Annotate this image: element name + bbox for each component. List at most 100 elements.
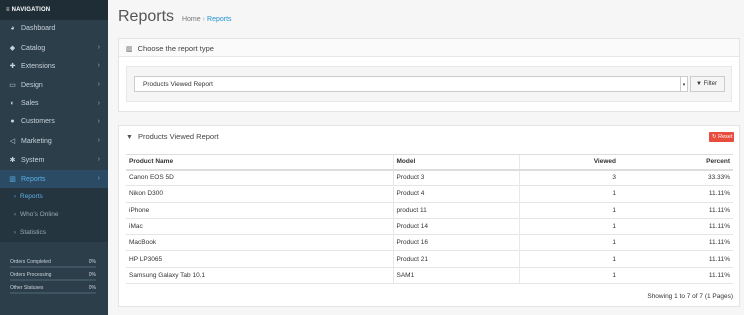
cell-product-name: iPhone <box>126 201 393 219</box>
chevron-right-icon: › <box>97 99 100 107</box>
bar-chart-icon: ▥ <box>9 175 16 183</box>
cell-percent: 11.11% <box>619 185 733 203</box>
table-header-row: Product Name Model Viewed Percent <box>126 154 733 171</box>
sidebar-item-dashboard[interactable]: ◕ Dashboard <box>0 20 108 39</box>
sidebar-subitem-label: Who's Online <box>20 211 59 219</box>
products-viewed-panel: ▼ Products Viewed Report ↻ Reset Product … <box>118 125 740 307</box>
cell-percent: 11.11% <box>619 266 733 285</box>
sidebar-item-label: Dashboard <box>21 25 56 32</box>
page-header: Reports Home › Reports <box>118 8 232 26</box>
puzzle-icon: ✚ <box>9 63 16 71</box>
column-header-product-name: Product Name <box>126 154 393 171</box>
pagination-summary: Showing 1 to 7 of 7 (1 Pages) <box>647 293 733 300</box>
cell-product-name: MacBook <box>126 234 393 251</box>
sidebar-item-label: Sales <box>21 99 39 107</box>
share-icon: ◁ <box>9 138 16 146</box>
cell-model: Product 16 <box>392 234 519 251</box>
column-header-model: Model <box>392 154 519 171</box>
cell-product-name: Canon EOS 5D <box>126 168 393 186</box>
stat-orders-completed: Orders Completed 0% <box>8 257 98 269</box>
sidebar-item-system[interactable]: ✱ System › <box>0 151 108 170</box>
filter-icon: ▼ <box>126 134 133 141</box>
main-content: Reports Home › Reports ▥ Choose the report … <box>108 0 744 315</box>
cell-model: SAM1 <box>392 266 519 285</box>
arrow-right-icon: › <box>14 194 16 201</box>
cell-product-name: Samsung Galaxy Tab 10.1 <box>126 266 393 285</box>
cell-viewed: 1 <box>518 185 619 203</box>
panel-title: Products Viewed Report <box>137 132 219 141</box>
column-header-percent: Percent <box>619 154 733 171</box>
column-header-viewed: Viewed <box>518 154 619 171</box>
cell-model: Product 14 <box>392 217 519 235</box>
sidebar-subitem-label: Statistics <box>20 229 47 237</box>
sidebar-subitem-label: Reports <box>20 193 43 201</box>
sidebar-item-catalog[interactable]: ◆ Catalog › <box>0 39 108 58</box>
sidebar-item-label: Customers <box>21 118 55 126</box>
cell-viewed: 1 <box>518 250 619 268</box>
stat-label: Orders Completed <box>10 259 51 265</box>
breadcrumb-separator: › <box>202 16 206 23</box>
stat-orders-processing: Orders Processing 0% <box>8 270 98 282</box>
order-stats: Orders Completed 0% Orders Processing 0%… <box>8 257 98 296</box>
sidebar-item-extensions[interactable]: ✚ Extensions › <box>0 57 108 76</box>
table-row: Nikon D300 Product 4 1 11.11% <box>126 185 733 203</box>
cell-product-name: Nikon D300 <box>126 185 393 203</box>
chevron-right-icon: › <box>97 62 100 70</box>
chevron-right-icon: › <box>97 174 100 182</box>
reset-button[interactable]: ↻ Reset <box>709 132 734 142</box>
cell-percent: 11.11% <box>619 234 733 251</box>
table-row: HP LP3065 Product 21 1 11.11% <box>126 250 733 268</box>
sidebar-subitem-statistics[interactable]: › Statistics <box>0 224 108 243</box>
sidebar-item-design[interactable]: ▭ Design › <box>0 76 108 95</box>
cell-viewed: 1 <box>518 201 619 219</box>
panel-heading: ▼ Products Viewed Report <box>119 126 739 146</box>
cell-product-name: iMac <box>126 217 393 235</box>
cell-percent: 11.11% <box>619 250 733 268</box>
sidebar-item-label: System <box>21 156 45 164</box>
table-row: iMac Product 14 1 11.11% <box>126 217 733 235</box>
user-icon: ● <box>10 118 15 126</box>
filter-well: Products Viewed Report ▾ ▼ Filter <box>126 66 732 102</box>
sidebar-item-label: Design <box>21 82 43 90</box>
filter-button-label: Filter <box>703 81 717 87</box>
sidebar-item-label: Catalog <box>21 44 46 52</box>
chevron-right-icon: › <box>97 118 100 126</box>
monitor-icon: ▭ <box>9 82 16 90</box>
chevron-right-icon: › <box>97 81 100 89</box>
breadcrumb-home-link[interactable]: Home <box>182 16 201 23</box>
stat-other-statuses: Other Statuses 0% <box>8 283 98 295</box>
chevron-right-icon: › <box>97 155 100 163</box>
breadcrumb: Home › Reports <box>182 16 232 23</box>
chevron-down-icon[interactable]: ▾ <box>680 76 688 92</box>
sidebar-subitem-reports[interactable]: › Reports <box>0 188 108 207</box>
sidebar-item-label: Extensions <box>21 63 56 71</box>
stat-percent: 0% <box>88 285 96 291</box>
reset-button-label: Reset <box>718 134 733 140</box>
cell-viewed: 1 <box>518 266 619 285</box>
cell-model: Product 4 <box>392 185 519 203</box>
cell-model: Product 3 <box>392 168 519 186</box>
dashboard-icon: ◕ <box>10 25 15 32</box>
page-title: Reports <box>118 8 175 25</box>
cell-percent: 11.11% <box>619 201 733 219</box>
sidebar-subitem-whos-online[interactable]: › Who's Online <box>0 206 108 225</box>
sidebar-item-marketing[interactable]: ◁ Marketing › <box>0 132 108 151</box>
chevron-right-icon: › <box>97 43 100 51</box>
panel-heading: ▥ Choose the report type <box>119 39 739 57</box>
breadcrumb-reports-link[interactable]: Reports <box>207 16 232 23</box>
filter-button[interactable]: ▼ Filter <box>690 76 725 92</box>
sidebar-item-customers[interactable]: ● Customers › <box>0 113 108 132</box>
chevron-right-icon: › <box>97 137 100 145</box>
products-viewed-table: Product Name Model Viewed Percent Canon … <box>126 154 733 285</box>
gear-icon: ✱ <box>9 156 16 164</box>
report-type-select[interactable]: Products Viewed Report <box>134 76 682 92</box>
arrow-right-icon: › <box>14 230 16 237</box>
cell-viewed: 1 <box>518 234 619 251</box>
refresh-icon: ↻ <box>712 134 717 140</box>
panel-title: Choose the report type <box>137 44 214 53</box>
sidebar-item-reports[interactable]: ▥ Reports › <box>0 169 108 189</box>
bar-chart-icon: ▥ <box>126 46 133 53</box>
filter-icon: ▼ <box>696 81 702 87</box>
cart-icon: ◐ <box>10 99 15 107</box>
sidebar-item-sales[interactable]: ◐ Sales › <box>0 95 108 114</box>
